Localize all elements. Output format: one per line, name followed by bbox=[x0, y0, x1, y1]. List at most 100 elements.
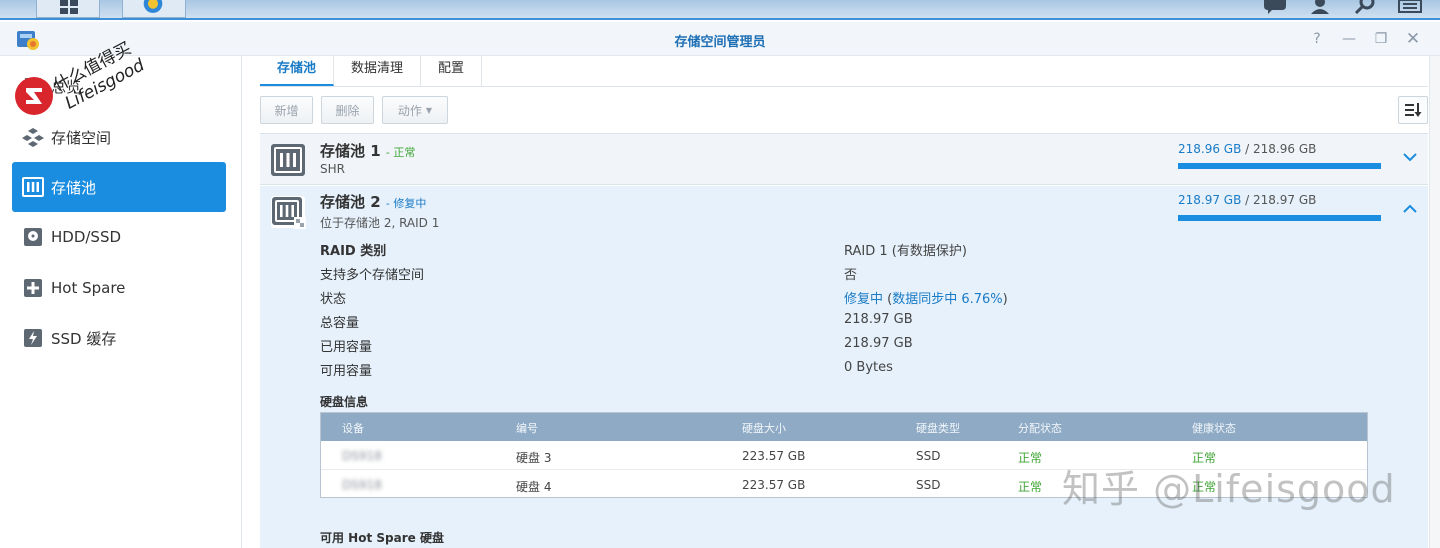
smzdm-logo-icon bbox=[15, 77, 53, 115]
pool-location: 位于存储池 2, RAID 1 bbox=[320, 216, 440, 230]
column-header-size: 硬盘大小 bbox=[742, 422, 786, 435]
disk-device: DS918 bbox=[342, 449, 382, 463]
widgets-icon[interactable] bbox=[1397, 0, 1423, 14]
pool-total: / 218.97 GB bbox=[1245, 193, 1317, 207]
chevron-up-icon bbox=[1403, 204, 1417, 213]
detail-label-available-capacity: 可用容量 bbox=[320, 364, 373, 379]
tab-storage-pool[interactable]: 存储池 bbox=[260, 56, 335, 86]
storage-manager-app-icon bbox=[143, 0, 163, 13]
sidebar-item-hot-spare[interactable]: Hot Spare bbox=[12, 263, 226, 313]
sidebar-item-label: 存储空间 bbox=[51, 128, 112, 147]
column-header-allocation: 分配状态 bbox=[1018, 422, 1062, 435]
pool-total: / 218.96 GB bbox=[1245, 142, 1317, 156]
smzdm-watermark: 什么值得买 Lifeisgood bbox=[12, 39, 148, 126]
detail-value-used-capacity: 218.97 GB bbox=[844, 336, 913, 351]
action-dropdown[interactable]: 动作 ▼ bbox=[382, 96, 448, 124]
storage-pool-icon bbox=[22, 176, 44, 198]
pool-name-text: 存储池 1 bbox=[320, 142, 381, 160]
disk-type: SSD bbox=[916, 478, 941, 492]
column-header-health: 健康状态 bbox=[1192, 422, 1236, 435]
expand-button[interactable] bbox=[1400, 150, 1420, 170]
sidebar-item-ssd-cache[interactable]: SSD 缓存 bbox=[12, 313, 226, 363]
detail-label-used-capacity: 已用容量 bbox=[320, 340, 373, 355]
disk-id: 硬盘 4 bbox=[516, 480, 552, 494]
taskbar bbox=[0, 0, 1440, 20]
pool-used: 218.96 GB bbox=[1178, 142, 1242, 156]
detail-label-raid-type: RAID 类别 bbox=[320, 244, 387, 259]
column-header-device: 设备 bbox=[342, 422, 364, 435]
pool-name: 存储池 1 - 正常 bbox=[320, 140, 415, 161]
sidebar-item-label: Hot Spare bbox=[51, 279, 126, 297]
disk-size: 223.57 GB bbox=[742, 449, 806, 463]
close-icon: ✕ bbox=[1405, 29, 1421, 49]
search-icon[interactable] bbox=[1352, 0, 1378, 14]
pool-capacity-fill bbox=[1178, 215, 1381, 221]
main-menu-button[interactable] bbox=[36, 0, 100, 18]
chat-icon[interactable] bbox=[1262, 0, 1288, 14]
close-button[interactable]: ✕ bbox=[1403, 29, 1423, 49]
detail-value-available-capacity: 0 Bytes bbox=[844, 360, 893, 375]
sort-button[interactable] bbox=[1398, 96, 1428, 124]
minimize-button[interactable]: — bbox=[1339, 29, 1359, 49]
storage-pool-icon bbox=[271, 144, 305, 176]
window-title-bar: 存储空间管理员 ? — ❐ ✕ bbox=[0, 22, 1440, 56]
storage-pool-1-row[interactable]: 存储池 1 - 正常 SHR 218.96 GB / 218.96 GB bbox=[260, 133, 1428, 185]
disk-allocation-status: 正常 bbox=[1018, 480, 1043, 494]
column-header-type: 硬盘类型 bbox=[916, 422, 960, 435]
action-label: 动作 bbox=[397, 103, 422, 118]
detail-label-multi-volume: 支持多个存储空间 bbox=[320, 268, 425, 283]
restore-icon: ❐ bbox=[1374, 31, 1388, 47]
pool-name-text: 存储池 2 bbox=[320, 193, 381, 211]
table-header: 设备 编号 硬盘大小 硬盘类型 分配状态 健康状态 bbox=[321, 413, 1367, 441]
zhihu-watermark: 知乎 @Lifeisgood bbox=[1062, 467, 1396, 511]
storage-manager-taskbar-button[interactable] bbox=[122, 0, 186, 18]
minimize-icon: — bbox=[1342, 31, 1356, 47]
scrollbar[interactable] bbox=[1429, 56, 1440, 548]
sidebar: 总览 存储空间 存储池 HDD/SSD Hot Spare SSD 缓存 bbox=[0, 56, 242, 548]
disk-info-title: 硬盘信息 bbox=[320, 395, 369, 409]
status-sync-progress-link[interactable]: 数据同步中 6.76% bbox=[892, 292, 1002, 307]
sidebar-item-label: 存储池 bbox=[51, 178, 97, 197]
detail-value-multi-volume: 否 bbox=[844, 268, 858, 283]
help-icon: ? bbox=[1313, 31, 1321, 47]
tab-bar: 存储池 数据清理 配置 bbox=[260, 56, 483, 88]
pool-raid-type: SHR bbox=[320, 162, 345, 176]
tab-divider bbox=[260, 86, 1428, 87]
pool-status: - 正常 bbox=[385, 146, 416, 159]
disk-id: 硬盘 3 bbox=[516, 451, 552, 465]
detail-label-status: 状态 bbox=[320, 292, 347, 307]
grid-icon bbox=[60, 0, 78, 14]
hot-spare-icon bbox=[22, 277, 44, 299]
pool-capacity-bar bbox=[1178, 163, 1381, 169]
pool-capacity-fill bbox=[1178, 163, 1381, 169]
tab-settings[interactable]: 配置 bbox=[421, 56, 483, 86]
sidebar-item-label: SSD 缓存 bbox=[51, 329, 117, 348]
sort-icon bbox=[1405, 103, 1422, 117]
detail-label-total-capacity: 总容量 bbox=[320, 316, 360, 331]
add-button[interactable]: 新增 bbox=[260, 96, 313, 124]
hot-spare-title: 可用 Hot Spare 硬盘 bbox=[320, 531, 444, 545]
pool-capacity: 218.97 GB / 218.97 GB bbox=[1178, 193, 1316, 207]
sidebar-item-hdd-ssd[interactable]: HDD/SSD bbox=[12, 212, 226, 262]
status-repairing-link[interactable]: 修复中 bbox=[844, 292, 883, 307]
user-icon[interactable] bbox=[1308, 0, 1332, 14]
disk-size: 223.57 GB bbox=[742, 478, 806, 492]
tab-data-scrubbing[interactable]: 数据清理 bbox=[334, 56, 422, 86]
help-button[interactable]: ? bbox=[1307, 29, 1327, 49]
collapse-button[interactable] bbox=[1400, 202, 1420, 222]
sidebar-item-label: HDD/SSD bbox=[51, 228, 122, 246]
pool-name: 存储池 2 - 修复中 bbox=[320, 191, 426, 212]
detail-value-status: 修复中 (数据同步中 6.76%) bbox=[844, 288, 1008, 307]
pool-capacity: 218.96 GB / 218.96 GB bbox=[1178, 142, 1316, 156]
pool-status: - 修复中 bbox=[385, 197, 427, 210]
disk-type: SSD bbox=[916, 449, 941, 463]
delete-button[interactable]: 删除 bbox=[321, 96, 374, 124]
disk-allocation-status: 正常 bbox=[1018, 451, 1043, 465]
pool-used: 218.97 GB bbox=[1178, 193, 1242, 207]
storage-pool-repairing-icon bbox=[271, 196, 306, 229]
column-header-id: 编号 bbox=[516, 422, 538, 435]
pool-capacity-bar bbox=[1178, 215, 1381, 221]
restore-button[interactable]: ❐ bbox=[1371, 29, 1391, 49]
status-close-paren: ) bbox=[1002, 292, 1008, 307]
sidebar-item-storage-pool[interactable]: 存储池 bbox=[12, 162, 226, 212]
